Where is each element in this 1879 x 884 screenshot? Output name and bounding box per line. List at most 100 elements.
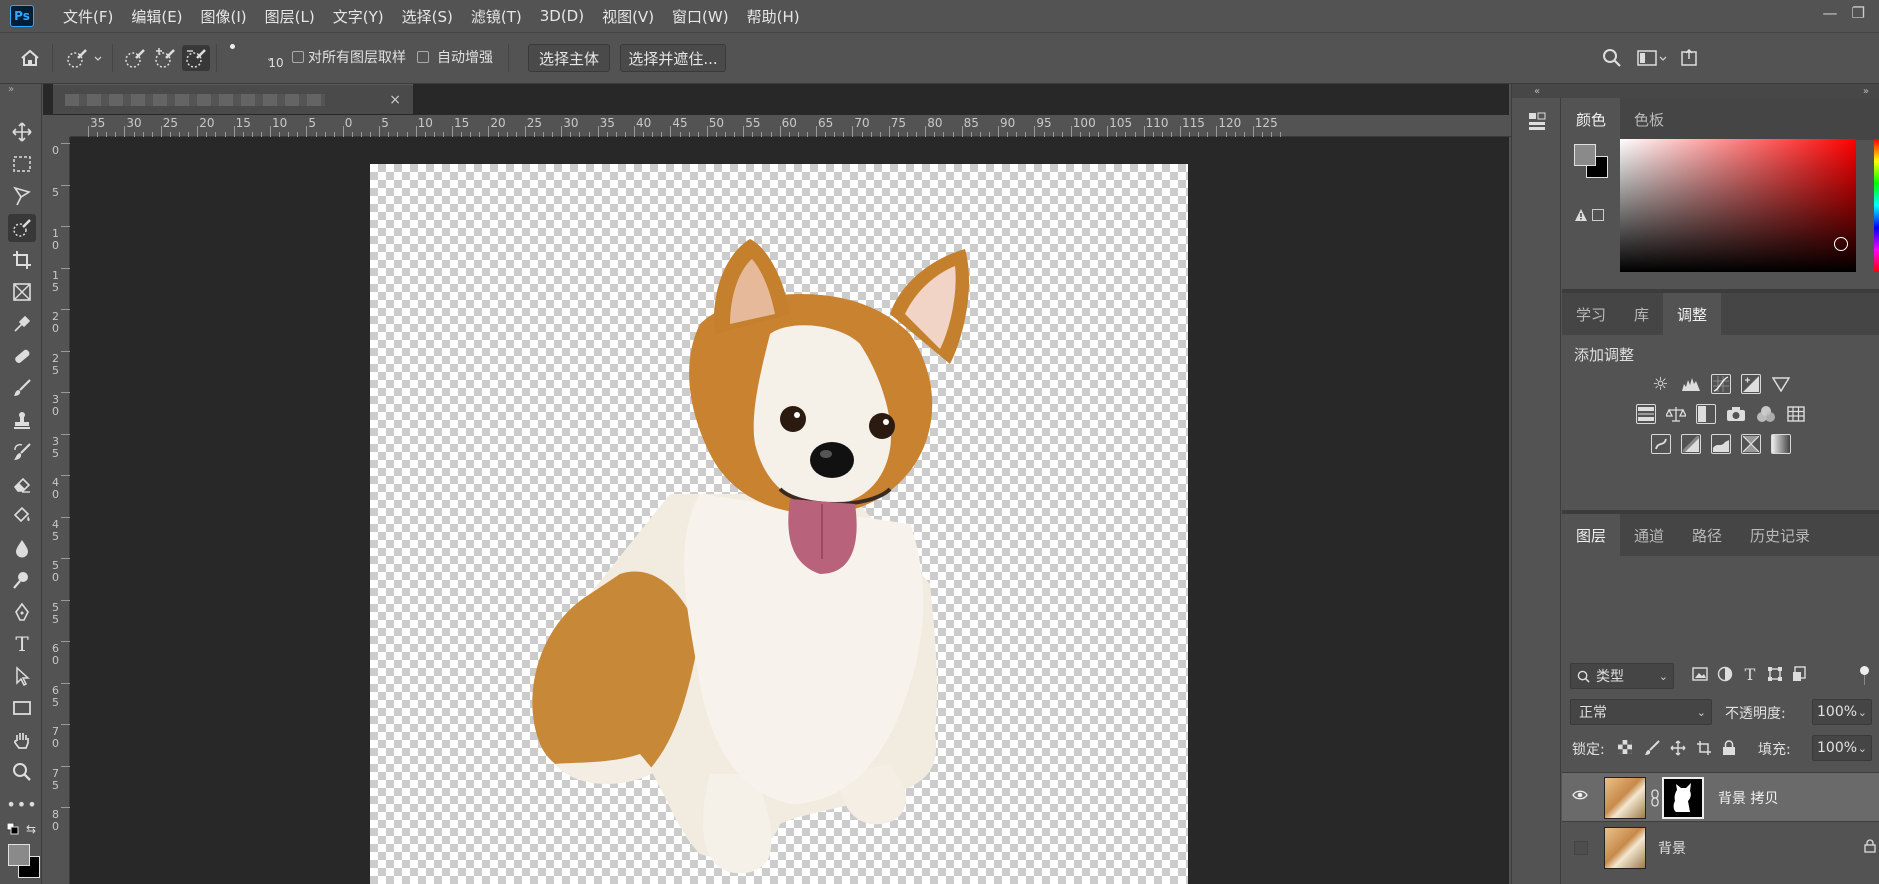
expand-panels-icon[interactable]: « (1512, 84, 1562, 98)
lock-all-icon[interactable] (1722, 740, 1738, 756)
color-lookup-icon[interactable] (1786, 404, 1806, 424)
layer-name[interactable]: 背景 拷贝 (1718, 788, 1778, 808)
brush-tool-icon[interactable] (8, 374, 36, 402)
select-and-mask-button[interactable]: 选择并遮住... (620, 44, 726, 72)
lock-artboard-icon[interactable] (1696, 740, 1712, 756)
hue-saturation-icon[interactable] (1635, 404, 1656, 424)
filter-shape-layers-icon[interactable] (1767, 666, 1783, 682)
color-picker-marker[interactable] (1834, 237, 1848, 251)
ruler-origin[interactable] (43, 115, 70, 137)
web-safe-warning-icon[interactable] (1592, 209, 1604, 221)
tab-layers[interactable]: 图层 (1562, 514, 1621, 556)
channel-mixer-icon[interactable] (1756, 404, 1776, 424)
path-selection-tool-icon[interactable] (8, 662, 36, 690)
opacity-input[interactable]: 100% ⌄ (1812, 699, 1872, 725)
menu-filter[interactable]: 滤镜(T) (462, 6, 531, 27)
layer-row[interactable]: 背景 拷贝 (1562, 772, 1879, 822)
levels-icon[interactable] (1681, 374, 1701, 394)
lock-transparent-pixels-icon[interactable] (1618, 740, 1634, 756)
eye-icon[interactable] (1572, 789, 1590, 805)
photo-filter-icon[interactable] (1726, 404, 1746, 424)
sample-all-layers-checkbox[interactable] (292, 51, 304, 63)
filter-smart-objects-icon[interactable] (1792, 666, 1808, 682)
color-picker-field[interactable] (1620, 139, 1856, 272)
horizontal-ruler[interactable]: 35 30 25 20 15 10 5 0 5 10 15 20 25 30 35 40 45 50 55 60 65 7… (70, 115, 1530, 137)
eyedropper-tool-icon[interactable] (8, 310, 36, 338)
quick-selection-tool-icon[interactable] (8, 214, 36, 242)
toolbar-collapse-icon[interactable]: » (8, 84, 14, 95)
select-subject-button[interactable]: 选择主体 (528, 44, 610, 72)
quick-selection-preset-icon[interactable] (62, 46, 106, 70)
blend-mode-select[interactable]: 正常 ⌄ (1570, 699, 1712, 725)
tab-paths[interactable]: 路径 (1678, 514, 1736, 556)
threshold-icon[interactable] (1710, 434, 1731, 454)
exposure-icon[interactable] (1740, 374, 1761, 394)
tab-history[interactable]: 历史记录 (1736, 514, 1824, 556)
menu-image[interactable]: 图像(I) (192, 6, 256, 27)
menu-edit[interactable]: 编辑(E) (122, 6, 191, 27)
vibrance-icon[interactable] (1771, 374, 1791, 394)
layer-name[interactable]: 背景 (1658, 838, 1686, 858)
tab-color[interactable]: 颜色 (1562, 98, 1621, 140)
filter-type-layers-icon[interactable]: T (1742, 665, 1758, 684)
layer-filter-select[interactable]: 类型 ⌄ (1570, 663, 1674, 689)
document-tab[interactable]: × (53, 84, 413, 114)
menu-type[interactable]: 文字(Y) (324, 6, 393, 27)
dodge-tool-icon[interactable] (8, 566, 36, 594)
eraser-tool-icon[interactable] (8, 470, 36, 498)
add-to-selection-icon[interactable] (152, 46, 178, 70)
paint-bucket-tool-icon[interactable] (8, 502, 36, 530)
tab-libraries[interactable]: 库 (1620, 293, 1663, 335)
new-selection-icon[interactable] (122, 46, 148, 70)
tab-swatches[interactable]: 色板 (1620, 98, 1678, 140)
frame-tool-icon[interactable] (8, 278, 36, 306)
history-brush-tool-icon[interactable] (8, 438, 36, 466)
close-document-icon[interactable]: × (389, 92, 401, 108)
gradient-map-icon[interactable] (1770, 434, 1791, 454)
menu-window[interactable]: 窗口(W) (663, 6, 738, 27)
black-white-icon[interactable] (1695, 404, 1716, 424)
tab-learn[interactable]: 学习 (1562, 293, 1620, 335)
tab-adjustments[interactable]: 调整 (1663, 293, 1722, 335)
more-tools-icon[interactable]: ••• (6, 790, 36, 818)
zoom-tool-icon[interactable] (8, 758, 36, 786)
layer-mask-thumbnail[interactable] (1662, 777, 1704, 819)
layer-row[interactable]: 背景 (1562, 823, 1879, 873)
restore-button[interactable]: ❐ (1852, 4, 1865, 22)
collapse-panels-icon[interactable]: » (1562, 84, 1879, 98)
rectangle-tool-icon[interactable] (8, 694, 36, 722)
lasso-tool-icon[interactable] (8, 182, 36, 210)
posterize-icon[interactable] (1680, 434, 1701, 454)
move-tool-icon[interactable] (8, 118, 36, 146)
crop-tool-icon[interactable] (8, 246, 36, 274)
share-icon[interactable] (1678, 46, 1700, 70)
menu-file[interactable]: 文件(F) (54, 6, 122, 27)
color-panel-fg-swatch[interactable] (1574, 144, 1596, 166)
tab-channels[interactable]: 通道 (1620, 514, 1678, 556)
visibility-toggle-hidden[interactable] (1574, 841, 1588, 855)
color-balance-icon[interactable] (1665, 404, 1686, 424)
workspace-switcher-icon[interactable] (1636, 46, 1668, 70)
lock-position-icon[interactable] (1670, 740, 1686, 756)
curves-icon[interactable] (1710, 374, 1731, 394)
menu-3d[interactable]: 3D(D) (531, 7, 593, 25)
layer-thumbnail[interactable] (1604, 827, 1646, 869)
brush-size-value[interactable]: 10 (266, 56, 286, 70)
search-icon[interactable] (1600, 46, 1624, 70)
layer-thumbnail[interactable] (1604, 777, 1646, 819)
home-icon[interactable] (18, 47, 42, 69)
filter-adjustment-layers-icon[interactable] (1717, 666, 1733, 682)
swap-colors-icon[interactable]: ⇆ (24, 822, 38, 836)
hand-tool-icon[interactable] (8, 726, 36, 754)
default-colors-icon[interactable] (6, 822, 20, 836)
chevron-down-icon[interactable]: ⌄ (1858, 706, 1867, 719)
menu-help[interactable]: 帮助(H) (738, 6, 809, 27)
fill-input[interactable]: 100% ⌄ (1812, 735, 1872, 761)
invert-icon[interactable] (1650, 434, 1671, 454)
chevron-down-icon[interactable]: ⌄ (1858, 742, 1867, 755)
hue-slider[interactable] (1874, 139, 1879, 272)
link-mask-icon[interactable] (1650, 789, 1660, 807)
out-of-gamut-warning-icon[interactable] (1574, 208, 1588, 222)
properties-panel-icon[interactable] (1525, 110, 1549, 134)
filter-pixel-layers-icon[interactable] (1692, 666, 1708, 682)
